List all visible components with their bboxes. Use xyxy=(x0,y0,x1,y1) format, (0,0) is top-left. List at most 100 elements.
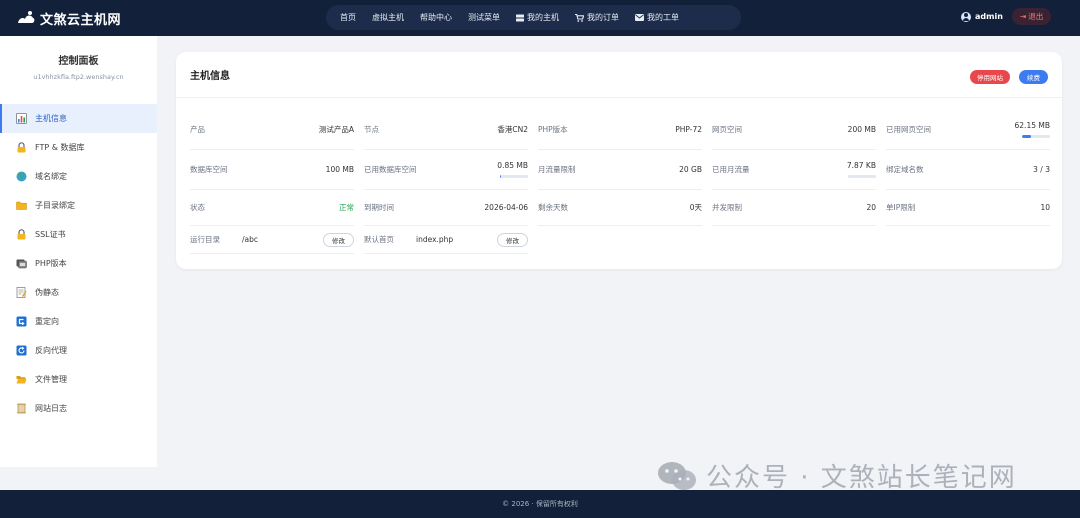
nav-item-virtual-host[interactable]: 虚拟主机 xyxy=(364,5,412,30)
edit-default-page-button[interactable]: 修改 xyxy=(497,232,528,247)
info-cell: PHP版本 PHP-72 xyxy=(538,110,712,150)
info-value: 0天 xyxy=(689,203,702,212)
info-label: 产品 xyxy=(190,125,205,134)
usage-bar xyxy=(500,175,528,178)
info-value: 62.15 MB xyxy=(1014,121,1050,130)
renew-button[interactable]: 续费 xyxy=(1019,70,1048,84)
info-label: 单IP限制 xyxy=(886,203,916,212)
usage-meter: 7.87 KB xyxy=(847,161,876,178)
redirect-icon xyxy=(16,316,27,327)
info-cell: 绑定域名数 3 / 3 xyxy=(886,150,1060,190)
usage-bar-fill xyxy=(1022,135,1031,138)
user-name[interactable]: admin xyxy=(975,12,1003,21)
info-cell: 产品 测试产品A xyxy=(190,110,364,150)
info-value: 10 xyxy=(1040,203,1050,212)
footer: © 2026 · 保留所有权利 xyxy=(0,490,1080,518)
status-value: 正常 xyxy=(339,203,354,212)
sidebar-item-file-manager[interactable]: 文件管理 xyxy=(0,365,157,394)
info-label: 状态 xyxy=(190,203,205,212)
info-value: PHP-72 xyxy=(675,125,702,134)
run-dir-value: /abc xyxy=(242,235,259,244)
sidebar-item-label: PHP版本 xyxy=(35,259,67,268)
sidebar-item-php-version[interactable]: PHP版本 xyxy=(0,249,157,278)
sidebar-header: 控制面板 u1vhhzkfla.ftp2.wenshay.cn xyxy=(0,36,157,103)
cart-icon xyxy=(575,13,584,22)
sidebar-item-label: 子目录绑定 xyxy=(35,201,75,210)
info-label: 剩余天数 xyxy=(538,203,568,212)
refresh-icon xyxy=(16,345,27,356)
info-label: 月流量限制 xyxy=(538,165,576,174)
ticket-icon xyxy=(635,14,644,21)
info-label: 默认首页 xyxy=(364,235,394,244)
sidebar-item-ssl[interactable]: SSL证书 xyxy=(0,220,157,249)
info-cell: 剩余天数 0天 xyxy=(538,190,712,226)
nav-item-my-tickets[interactable]: 我的工单 xyxy=(627,5,687,30)
nav-label: 虚拟主机 xyxy=(372,13,404,22)
info-grid: 产品 测试产品A 节点 香港CN2 PHP版本 PHP-72 网页空间 200 … xyxy=(190,110,1050,254)
info-label: 数据库空间 xyxy=(190,165,228,174)
info-row: 状态 正常 到期时间 2026-04-06 剩余天数 0天 并发限制 20 单I… xyxy=(190,190,1050,226)
sidebar-item-host-info[interactable]: 主机信息 xyxy=(0,104,157,133)
info-cell: 网页空间 200 MB xyxy=(712,110,886,150)
folder-icon xyxy=(16,201,27,210)
sidebar-item-label: 网站日志 xyxy=(35,404,67,413)
info-cell: 单IP限制 10 xyxy=(886,190,1060,226)
default-page-cell: 默认首页 index.php 修改 xyxy=(364,226,538,254)
sidebar-subtitle: u1vhhzkfla.ftp2.wenshay.cn xyxy=(33,73,124,81)
sidebar-menu: 主机信息 FTP & 数据库 域名绑定 子目录绑定 SSL证书 PHP版本 伪静… xyxy=(0,104,157,423)
sidebar-item-redirect[interactable]: 重定向 xyxy=(0,307,157,336)
chart-icon xyxy=(16,113,27,124)
usage-bar xyxy=(1022,135,1050,138)
sidebar-item-domain-binding[interactable]: 域名绑定 xyxy=(0,162,157,191)
sidebar-item-label: 伪静态 xyxy=(35,288,59,297)
nav-label: 我的主机 xyxy=(527,13,559,22)
user-menu: admin ⇥ 退出 xyxy=(961,8,1052,25)
sidebar-item-reverse-proxy[interactable]: 反向代理 xyxy=(0,336,157,365)
brand-name: 文煞云主机网 xyxy=(40,12,122,28)
nav-label: 我的工单 xyxy=(647,13,679,22)
usage-meter: 0.85 MB xyxy=(497,161,528,178)
info-label: 节点 xyxy=(364,125,379,134)
sidebar-item-site-logs[interactable]: 网站日志 xyxy=(0,394,157,423)
php-icon xyxy=(16,259,27,269)
sidebar-item-ftp-database[interactable]: FTP & 数据库 xyxy=(0,133,157,162)
info-label: PHP版本 xyxy=(538,125,568,134)
nav-item-test-menu[interactable]: 测试菜单 xyxy=(460,5,508,30)
sidebar-item-label: 文件管理 xyxy=(35,375,67,384)
info-label: 并发限制 xyxy=(712,203,742,212)
nav-item-home[interactable]: 首页 xyxy=(332,5,364,30)
info-value: 3 / 3 xyxy=(1033,165,1050,174)
info-cell: 到期时间 2026-04-06 xyxy=(364,190,538,226)
card-title: 主机信息 xyxy=(190,71,230,82)
info-value: 测试产品A xyxy=(318,125,354,134)
host-info-card: 主机信息 停用网站 续费 产品 测试产品A 节点 香港CN2 PHP版本 PHP… xyxy=(176,52,1062,269)
nav-item-my-hosts[interactable]: 我的主机 xyxy=(508,5,567,30)
nav-label: 首页 xyxy=(340,13,356,22)
usage-meter: 62.15 MB xyxy=(1015,121,1050,138)
info-row: 产品 测试产品A 节点 香港CN2 PHP版本 PHP-72 网页空间 200 … xyxy=(190,110,1050,150)
sidebar-item-subdir-binding[interactable]: 子目录绑定 xyxy=(0,191,157,220)
watermark-text: 公众号 · 文煞站长笔记网 xyxy=(706,463,1017,493)
sidebar-item-label: 重定向 xyxy=(35,317,59,326)
info-label: 绑定域名数 xyxy=(886,165,924,174)
sidebar-item-rewrite[interactable]: 伪静态 xyxy=(0,278,157,307)
user-icon[interactable] xyxy=(961,11,971,22)
globe-icon xyxy=(16,171,27,182)
card-header: 主机信息 停用网站 续费 xyxy=(176,52,1062,98)
info-value: 2026-04-06 xyxy=(484,203,528,212)
info-cell: 状态 正常 xyxy=(190,190,364,226)
nav-item-help[interactable]: 帮助中心 xyxy=(412,5,460,30)
nav-label: 我的订单 xyxy=(587,13,619,22)
info-label: 到期时间 xyxy=(364,203,394,212)
nav-item-my-orders[interactable]: 我的订单 xyxy=(567,5,627,30)
stop-site-button[interactable]: 停用网站 xyxy=(970,70,1010,84)
main-nav: 首页 虚拟主机 帮助中心 测试菜单 我的主机 我的订单 我的工单 xyxy=(326,5,741,30)
info-value: 香港CN2 xyxy=(497,125,528,134)
brand[interactable]: 文煞云主机网 xyxy=(16,8,121,28)
logout-button[interactable]: ⇥ 退出 xyxy=(1011,8,1052,25)
edit-run-dir-button[interactable]: 修改 xyxy=(323,232,354,247)
scroll-icon xyxy=(17,403,26,414)
info-value: 7.87 KB xyxy=(846,161,876,170)
sidebar-item-label: SSL证书 xyxy=(35,230,66,239)
info-cell: 已用数据库空间 0.85 MB xyxy=(364,150,538,190)
